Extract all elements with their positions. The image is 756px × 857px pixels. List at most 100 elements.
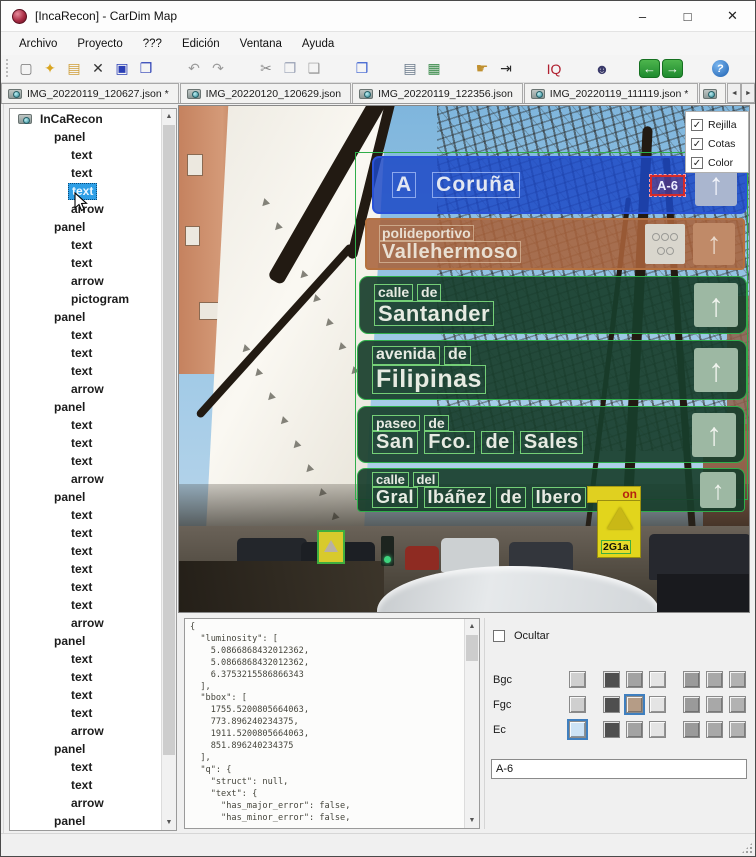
- tree-item[interactable]: text: [10, 542, 161, 560]
- duplicate-button[interactable]: ❐: [350, 57, 374, 81]
- save-all-button[interactable]: ❐: [134, 57, 158, 81]
- sign-santander[interactable]: calle de Santander ↑: [359, 276, 747, 334]
- bgc-color-swatch[interactable]: [706, 671, 723, 688]
- tree-item[interactable]: text: [10, 326, 161, 344]
- tree-item[interactable]: arrow: [10, 380, 161, 398]
- ocultar-checkbox[interactable]: [493, 630, 505, 642]
- tree-item[interactable]: arrow: [10, 722, 161, 740]
- tree-item[interactable]: text: [10, 236, 161, 254]
- tab-img-120627[interactable]: IMG_20220119_120627.json *: [1, 83, 179, 103]
- menu-ayuda[interactable]: Ayuda: [292, 34, 344, 54]
- ec-color-swatch[interactable]: [649, 721, 666, 738]
- tree-item[interactable]: text: [10, 506, 161, 524]
- tree-scrollbar[interactable]: ▲ ▼: [161, 109, 176, 830]
- tree-item[interactable]: panel: [10, 128, 161, 146]
- tree-item[interactable]: pictogram: [10, 290, 161, 308]
- tree-item[interactable]: panel: [10, 218, 161, 236]
- tree-item[interactable]: text: [10, 650, 161, 668]
- tree-item[interactable]: arrow: [10, 470, 161, 488]
- print-button[interactable]: ▤: [398, 57, 422, 81]
- tab-img-122356[interactable]: IMG_20220119_122356.json: [352, 83, 523, 103]
- tree-item[interactable]: text: [10, 362, 161, 380]
- tree-item[interactable]: panel: [10, 398, 161, 416]
- left-splitter[interactable]: [3, 104, 4, 833]
- fgc-color-swatch[interactable]: [626, 696, 643, 713]
- fgc-color-swatch[interactable]: [729, 696, 746, 713]
- close-button[interactable]: ✕: [710, 1, 755, 31]
- menu-archivo[interactable]: Archivo: [9, 34, 67, 54]
- json-scrollbar[interactable]: ▲ ▼: [464, 619, 479, 828]
- ec-color-swatch[interactable]: [729, 721, 746, 738]
- tab-scroll-left[interactable]: ◄: [727, 83, 741, 103]
- tree-item[interactable]: panel: [10, 740, 161, 758]
- tree-item[interactable]: text: [10, 254, 161, 272]
- ec-color-swatch[interactable]: [706, 721, 723, 738]
- tree-item[interactable]: text: [10, 452, 161, 470]
- sign-san-fco-de-sales[interactable]: paseo de San Fco. de Sales ↑: [357, 406, 745, 463]
- tree-item[interactable]: text: [10, 560, 161, 578]
- paste-button[interactable]: ❑: [302, 57, 326, 81]
- tree-item[interactable]: text: [10, 686, 161, 704]
- ec-color-swatch[interactable]: [683, 721, 700, 738]
- fgc-color-swatch[interactable]: [706, 696, 723, 713]
- bgc-color-swatch[interactable]: [569, 671, 586, 688]
- checkbox[interactable]: ✓: [691, 138, 703, 150]
- scroll-down-icon[interactable]: ▼: [162, 815, 176, 830]
- tree-item[interactable]: arrow: [10, 614, 161, 632]
- bgc-color-swatch[interactable]: [729, 671, 746, 688]
- tree-item[interactable]: text: [10, 578, 161, 596]
- redo-button[interactable]: ↷: [206, 57, 230, 81]
- tree-item[interactable]: text: [10, 146, 161, 164]
- open-folder-button[interactable]: ▤: [62, 57, 86, 81]
- tree-item[interactable]: text: [10, 416, 161, 434]
- tree-item[interactable]: panel: [10, 632, 161, 650]
- tree-scroll-thumb[interactable]: [163, 125, 175, 755]
- copy-button[interactable]: ❐: [278, 57, 302, 81]
- tree-item[interactable]: panel: [10, 308, 161, 326]
- tree-item[interactable]: arrow: [10, 272, 161, 290]
- tree-item[interactable]: arrow: [10, 794, 161, 812]
- save-button[interactable]: ▣: [110, 57, 134, 81]
- tree-item[interactable]: text: [10, 668, 161, 686]
- fgc-color-swatch[interactable]: [569, 696, 586, 713]
- checkbox[interactable]: ✓: [691, 119, 703, 131]
- sign-filipinas[interactable]: avenida de Filipinas ↑: [357, 340, 747, 400]
- tab-img-111119[interactable]: IMG_20220119_111119.json *: [524, 83, 699, 103]
- print-image-button[interactable]: ▦: [422, 57, 446, 81]
- search-iq-button[interactable]: IQ: [542, 57, 566, 81]
- scroll-down-icon[interactable]: ▼: [465, 813, 479, 828]
- json-inspector-panel[interactable]: { "luminosity": [ 5.0866868432012362, 5.…: [184, 618, 480, 829]
- menu-help3[interactable]: ???: [133, 34, 172, 54]
- tree-item[interactable]: text: [10, 164, 161, 182]
- tree-item[interactable]: text: [10, 524, 161, 542]
- tab-partial[interactable]: [699, 83, 726, 103]
- sign-vallehermoso[interactable]: polideportivo Vallehermoso ↑: [365, 218, 745, 270]
- fgc-color-swatch[interactable]: [649, 696, 666, 713]
- tree-item[interactable]: text: [10, 758, 161, 776]
- nav-forward-button[interactable]: →: [661, 58, 684, 79]
- tree-item[interactable]: panel: [10, 812, 161, 830]
- selected-text-badge[interactable]: A-6: [650, 175, 685, 196]
- go-into-button[interactable]: ⇥: [494, 57, 518, 81]
- menu-edicion[interactable]: Edición: [172, 34, 230, 54]
- tree-item[interactable]: text: [10, 434, 161, 452]
- bgc-color-swatch[interactable]: [683, 671, 700, 688]
- nav-back-button[interactable]: ←: [638, 58, 661, 79]
- rejilla-checkbox[interactable]: ✓ Rejilla: [691, 115, 748, 134]
- tree-item[interactable]: text: [10, 704, 161, 722]
- help-button[interactable]: ?: [708, 57, 732, 81]
- tree-item[interactable]: text: [10, 596, 161, 614]
- tab-img-120629[interactable]: IMG_20220120_120629.json: [180, 83, 351, 103]
- tab-scroll-right[interactable]: ►: [741, 83, 755, 103]
- cut-button[interactable]: ✂: [254, 57, 278, 81]
- delete-button[interactable]: ✕: [86, 57, 110, 81]
- maximize-button[interactable]: □: [665, 1, 710, 31]
- cotas-checkbox[interactable]: ✓ Cotas: [691, 134, 748, 153]
- scroll-up-icon[interactable]: ▲: [465, 619, 479, 634]
- scroll-up-icon[interactable]: ▲: [162, 109, 176, 124]
- ec-color-swatch[interactable]: [626, 721, 643, 738]
- tree-item[interactable]: text: [10, 344, 161, 362]
- ocultar-checkbox-row[interactable]: Ocultar: [493, 626, 752, 645]
- json-scroll-thumb[interactable]: [466, 635, 478, 661]
- ec-color-swatch[interactable]: [603, 721, 620, 738]
